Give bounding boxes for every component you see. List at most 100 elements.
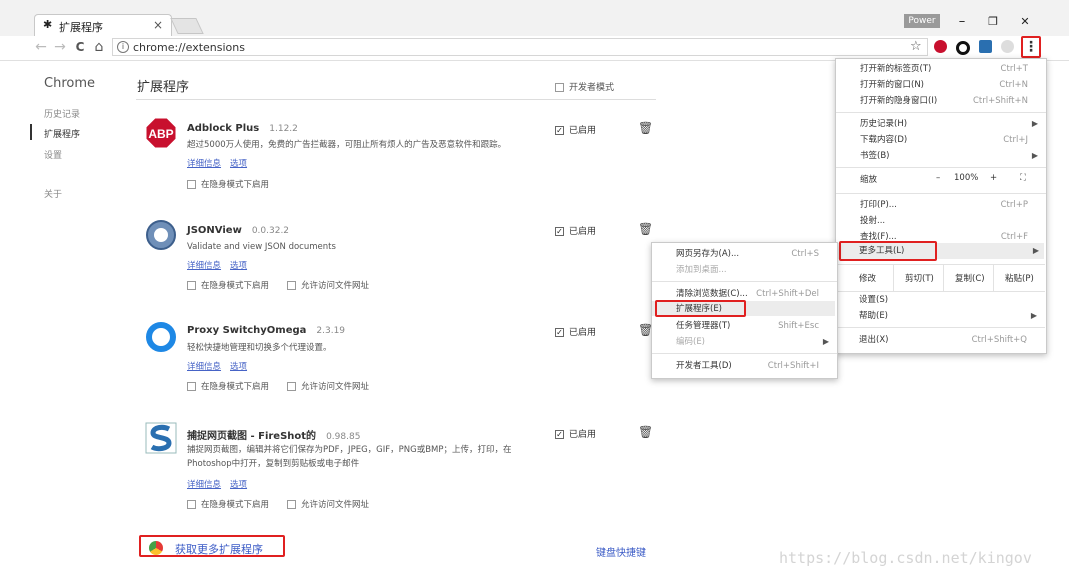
- incognito-checkbox[interactable]: [187, 500, 196, 509]
- enabled-checkbox[interactable]: [555, 430, 564, 439]
- enabled-checkbox[interactable]: [555, 227, 564, 236]
- fullscreen-icon[interactable]: ⛶: [1020, 173, 1026, 183]
- trash-icon[interactable]: 🗑: [638, 222, 653, 236]
- menu-item-downloads[interactable]: 下载内容(D) Ctrl+J: [860, 133, 1038, 147]
- enabled-toggle[interactable]: 已启用: [555, 427, 596, 440]
- menu-item-exit[interactable]: 退出(X) Ctrl+Shift+Q: [859, 333, 1037, 347]
- chevron-right-icon: ▶: [1032, 246, 1039, 255]
- paste-button[interactable]: 粘贴(P): [1005, 272, 1034, 284]
- zoom-in-button[interactable]: +: [990, 173, 997, 183]
- cut-button[interactable]: 剪切(T): [905, 272, 934, 284]
- menu-label: 打开新的标签页(T): [860, 64, 932, 74]
- enabled-toggle[interactable]: 已启用: [555, 224, 596, 237]
- trash-icon[interactable]: 🗑: [638, 425, 653, 439]
- copy-button[interactable]: 复制(C): [955, 272, 985, 284]
- extension-name: JSONView: [187, 225, 242, 236]
- options-link[interactable]: 选项: [230, 480, 247, 490]
- incognito-checkbox[interactable]: [187, 382, 196, 391]
- file-access-checkbox[interactable]: [287, 500, 297, 509]
- menu-label: 下载内容(D): [860, 135, 908, 145]
- developer-mode-checkbox[interactable]: [555, 83, 564, 92]
- options-link[interactable]: 选项: [230, 261, 247, 271]
- details-link[interactable]: 详细信息: [187, 159, 221, 169]
- menu-item-print[interactable]: 打印(P)... Ctrl+P: [860, 198, 1038, 212]
- keyboard-shortcuts-link[interactable]: 键盘快捷键: [596, 544, 646, 559]
- menu-item-history[interactable]: 历史记录(H) ▶: [860, 117, 1038, 131]
- chrome-menu-button[interactable]: ⋮: [1021, 36, 1041, 58]
- enabled-toggle[interactable]: 已启用: [555, 123, 596, 136]
- sidebar-item-history[interactable]: 历史记录: [44, 107, 80, 120]
- chevron-right-icon: ▶: [1031, 119, 1038, 128]
- options-link[interactable]: 选项: [230, 362, 247, 372]
- file-access-checkbox[interactable]: [287, 382, 297, 391]
- tab-title: 扩展程序: [59, 21, 103, 34]
- tab-close-icon[interactable]: ×: [153, 18, 163, 32]
- tab-extensions[interactable]: ✱ 扩展程序 ×: [34, 14, 172, 36]
- trash-icon[interactable]: 🗑: [638, 121, 653, 135]
- menu-separator: [836, 167, 1046, 168]
- reload-button[interactable]: C: [71, 38, 89, 56]
- address-bar[interactable]: i chrome://extensions: [112, 38, 928, 56]
- menu-item-new-incognito[interactable]: 打开新的隐身窗口(I) Ctrl+Shift+N: [860, 94, 1038, 108]
- get-more-extensions-link[interactable]: 获取更多扩展程序: [139, 535, 285, 557]
- menu-label: 投射...: [860, 216, 886, 226]
- menu-shortcut: Ctrl+F: [1000, 232, 1028, 242]
- close-window-button[interactable]: ✕: [1014, 12, 1036, 32]
- zoom-out-button[interactable]: –: [936, 173, 940, 183]
- enabled-toggle[interactable]: 已启用: [555, 325, 596, 338]
- file-access-label: 允许访问文件网址: [301, 382, 370, 392]
- profile-badge[interactable]: Power: [904, 14, 940, 28]
- menu-item-dev-tools[interactable]: 开发者工具(D) Ctrl+Shift+I: [676, 359, 829, 373]
- watermark: https://blog.csdn.net/kingov: [779, 549, 1032, 567]
- switchyomega-toolbar-icon[interactable]: [956, 41, 970, 55]
- menu-item-help[interactable]: 帮助(E) ▶: [859, 309, 1037, 323]
- menu-label: 网页另存为(A)...: [676, 249, 740, 259]
- menu-item-cast[interactable]: 投射...: [860, 214, 1038, 228]
- details-link[interactable]: 详细信息: [187, 362, 221, 372]
- details-link[interactable]: 详细信息: [187, 480, 221, 490]
- menu-label: 书签(B): [860, 151, 890, 161]
- enabled-checkbox[interactable]: [555, 328, 564, 337]
- menu-label: 添加到桌面...: [676, 265, 727, 275]
- menu-separator: [836, 193, 1046, 194]
- svg-text:ABP: ABP: [148, 127, 173, 141]
- fireshot-toolbar-icon[interactable]: [979, 40, 992, 53]
- sidebar-item-extensions[interactable]: 扩展程序: [44, 127, 80, 140]
- forward-button[interactable]: →: [51, 38, 69, 56]
- back-button[interactable]: ←: [32, 38, 50, 56]
- menu-item-clear-data[interactable]: 清除浏览数据(C)... Ctrl+Shift+Del: [676, 287, 829, 301]
- menu-label: 历史记录(H): [860, 119, 908, 129]
- menu-item-task-manager[interactable]: 任务管理器(T) Shift+Esc: [676, 319, 829, 333]
- adblock-toolbar-icon[interactable]: [934, 40, 947, 53]
- menu-item-bookmarks[interactable]: 书签(B) ▶: [860, 149, 1038, 163]
- sidebar-item-settings[interactable]: 设置: [44, 148, 62, 161]
- bookmark-star-icon[interactable]: ☆: [910, 39, 922, 54]
- extension-description: Validate and view JSON documents: [187, 242, 336, 252]
- menu-item-new-window[interactable]: 打开新的窗口(N) Ctrl+N: [860, 78, 1038, 92]
- developer-mode-toggle[interactable]: 开发者模式: [555, 80, 614, 93]
- menu-item-settings[interactable]: 设置(S): [859, 293, 1037, 307]
- menu-item-save-page[interactable]: 网页另存为(A)... Ctrl+S: [676, 247, 829, 261]
- chevron-right-icon: ▶: [1031, 151, 1038, 160]
- incognito-checkbox[interactable]: [187, 180, 196, 189]
- enabled-label: 已启用: [569, 430, 597, 440]
- edit-label: 修改: [859, 274, 877, 284]
- home-button[interactable]: ⌂: [90, 38, 108, 56]
- enabled-checkbox[interactable]: [555, 126, 564, 135]
- extension-toolbar-icon[interactable]: [1001, 40, 1014, 53]
- menu-item-encoding[interactable]: 编码(E) ▶: [676, 335, 829, 349]
- restore-button[interactable]: ❐: [982, 12, 1004, 32]
- menu-item-add-to-desktop[interactable]: 添加到桌面...: [676, 263, 829, 277]
- main-menu-lower: 修改 剪切(T) 复制(C) 粘贴(P) 设置(S) 帮助(E) ▶ 退出(X) C…: [835, 262, 1045, 352]
- menu-label: 打开新的窗口(N): [860, 80, 924, 90]
- minimize-button[interactable]: –: [951, 12, 973, 32]
- menu-shortcut: Ctrl+Shift+Del: [756, 289, 819, 299]
- menu-item-new-tab[interactable]: 打开新的标签页(T) Ctrl+T: [860, 62, 1038, 76]
- incognito-checkbox[interactable]: [187, 281, 196, 290]
- menu-shortcut: Ctrl+P: [1000, 200, 1028, 210]
- sidebar-item-about[interactable]: 关于: [44, 187, 62, 200]
- options-link[interactable]: 选项: [230, 159, 247, 169]
- file-access-checkbox[interactable]: [287, 281, 297, 290]
- info-icon[interactable]: i: [117, 41, 129, 53]
- details-link[interactable]: 详细信息: [187, 261, 221, 271]
